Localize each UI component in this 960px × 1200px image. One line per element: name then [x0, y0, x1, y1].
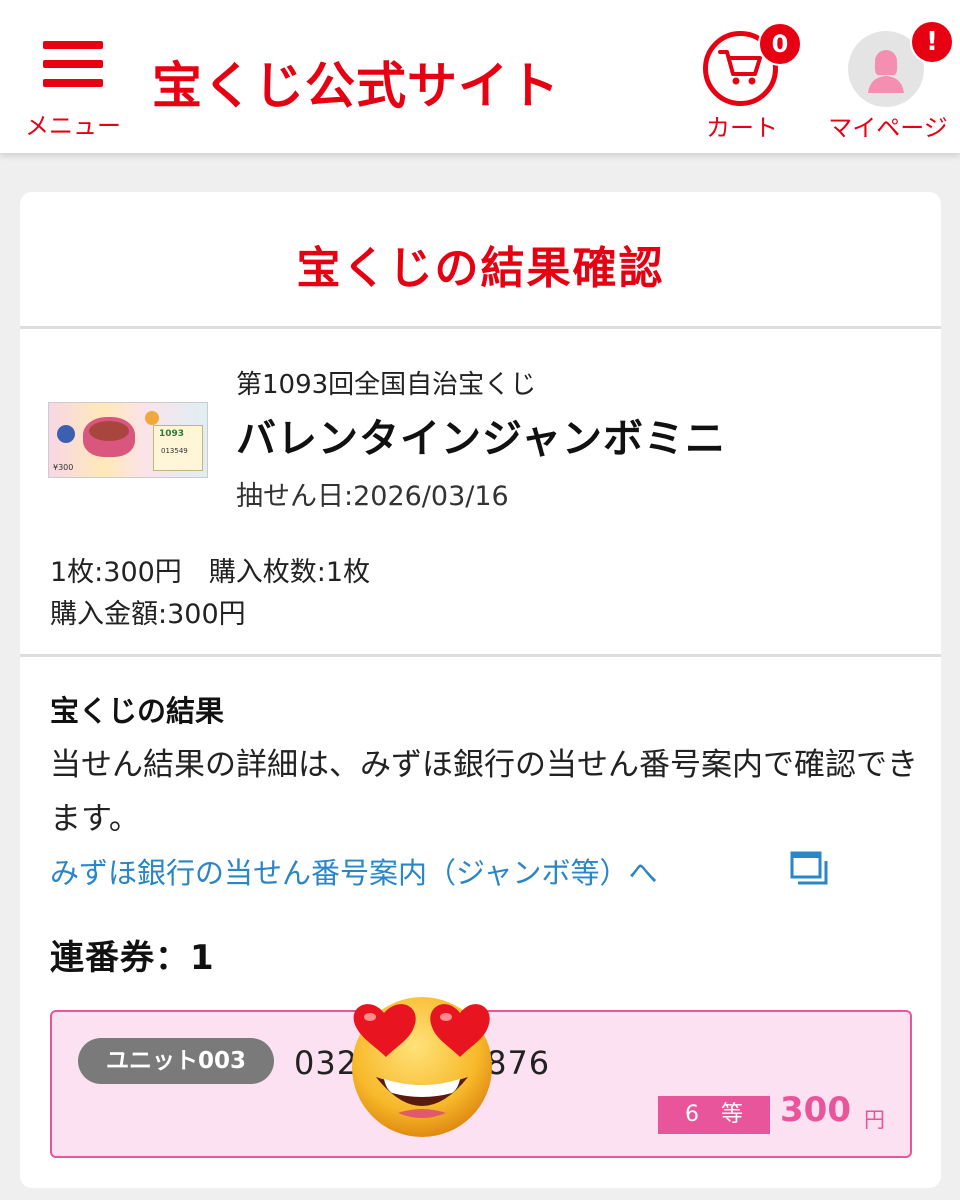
lottery-round: 第1093回全国自治宝くじ — [236, 370, 537, 400]
prize-rank-badge: 6 等 — [658, 1096, 770, 1134]
page-title: 宝くじの結果確認 — [296, 243, 665, 294]
result-heading: 宝くじの結果 — [50, 694, 225, 728]
mypage-label: マイページ — [828, 114, 948, 142]
divider — [20, 326, 941, 329]
menu-label: メニュー — [25, 112, 121, 140]
header: メニュー 宝くじ公式サイト 0 カート ! マイページ — [0, 0, 960, 153]
result-description: 当せん結果の詳細は、みずほ銀行の当せん番号案内で確認できます。 — [50, 747, 918, 837]
cart-button[interactable]: 0 カート — [700, 22, 802, 142]
prize-amount: 300 — [780, 1090, 851, 1130]
serial-ticket-heading: 連番券：1 — [50, 938, 215, 978]
menu-button[interactable]: メニュー — [22, 36, 124, 140]
divider — [20, 654, 941, 657]
unit-badge: ユニット003 — [78, 1038, 274, 1084]
price-info: 1枚:300円 購入枚数:1枚 — [50, 557, 371, 588]
site-logo[interactable]: 宝くじ公式サイト — [152, 46, 560, 118]
mypage-button[interactable]: ! マイページ — [826, 20, 954, 142]
menu-icon — [43, 41, 103, 89]
external-window-icon[interactable] — [790, 850, 828, 886]
cart-count-badge: 0 — [758, 22, 802, 66]
mypage-alert-badge: ! — [910, 20, 954, 64]
cart-label: カート — [706, 114, 778, 142]
prize-currency: 円 — [864, 1108, 885, 1132]
total-amount: 購入金額:300円 — [50, 599, 246, 630]
lottery-name: バレンタインジャンボミニ — [236, 416, 726, 462]
draw-date: 抽せん日:2026/03/16 — [236, 481, 509, 512]
mizuho-result-link[interactable]: みずほ銀行の当せん番号案内（ジャンボ等）へ — [50, 850, 658, 892]
ticket-image: 1093 013549 ¥300 — [48, 402, 208, 478]
heart-eyes-emoji — [342, 985, 502, 1140]
